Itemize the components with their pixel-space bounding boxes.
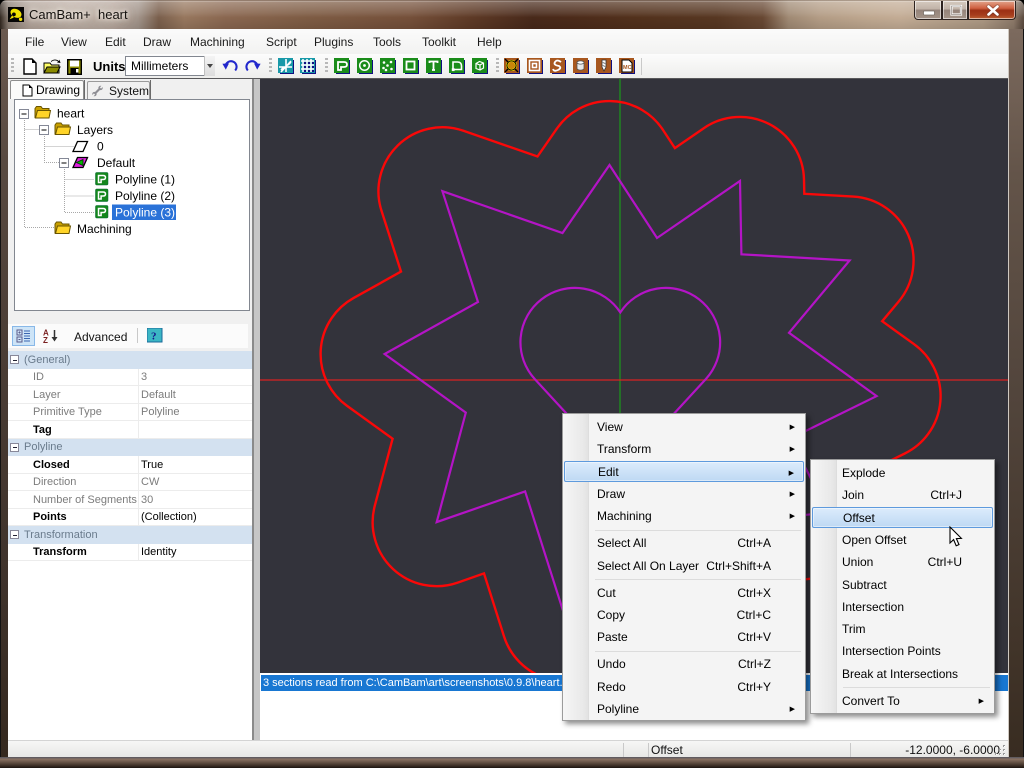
svg-text:Default: Default xyxy=(97,156,136,170)
svg-text:MC: MC xyxy=(623,65,632,71)
svg-text:Polyline (3): Polyline (3) xyxy=(115,206,175,220)
svg-text:Machining: Machining xyxy=(77,222,132,236)
svg-text:heart: heart xyxy=(57,107,85,121)
svg-text:Polyline (2): Polyline (2) xyxy=(115,189,175,203)
svg-text:0: 0 xyxy=(97,140,104,154)
svg-text:Layers: Layers xyxy=(77,123,113,137)
svg-text:Z: Z xyxy=(43,336,48,343)
svg-text:Polyline (1): Polyline (1) xyxy=(115,173,175,187)
svg-text:?: ? xyxy=(151,331,157,343)
